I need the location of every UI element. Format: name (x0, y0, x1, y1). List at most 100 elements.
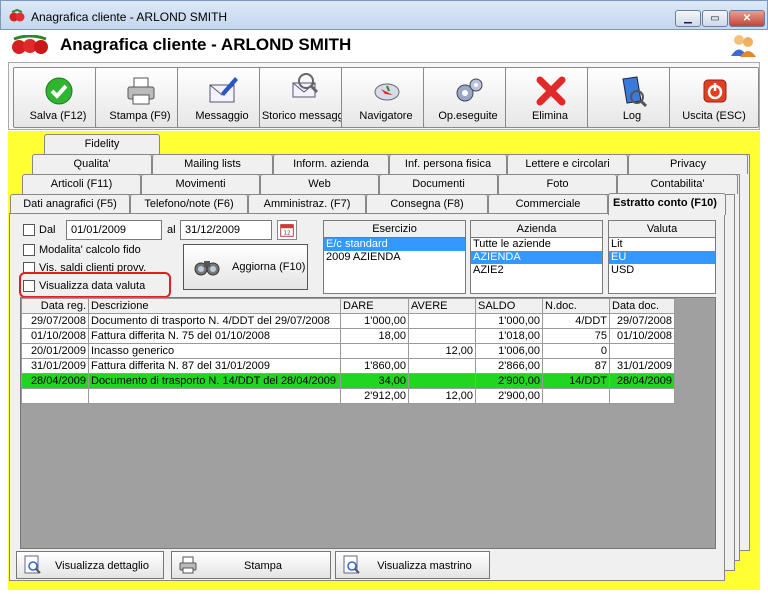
azienda-listbox[interactable]: Azienda Tutte le aziende AZIENDA AZIE2 (470, 220, 603, 294)
cell-saldo: 1'006,00 (475, 343, 543, 359)
estratto-conto-grid[interactable]: Data reg. Descrizione DARE AVERE SALDO N… (20, 297, 716, 549)
log-book-icon (622, 76, 648, 107)
col-header-avere[interactable]: AVERE (408, 298, 476, 314)
table-row[interactable]: 01/10/2008 Fattura differita N. 75 del 0… (21, 328, 675, 344)
tab-inform-azienda[interactable]: Inform. azienda (273, 154, 389, 174)
message-history-icon (292, 73, 319, 98)
valuta-header: Valuta (609, 221, 715, 238)
navigator-button[interactable]: Navigatore (341, 67, 431, 128)
al-label: al (167, 224, 176, 236)
tab-movimenti[interactable]: Movimenti (141, 174, 260, 194)
tab-articoli[interactable]: Articoli (F11) (22, 174, 141, 194)
visualizza-dettaglio-label: Visualizza dettaglio (55, 560, 149, 572)
esercizio-header: Esercizio (324, 221, 465, 238)
tab-mailing-lists[interactable]: Mailing lists (152, 154, 273, 174)
cell-avere (408, 328, 476, 344)
close-button[interactable]: ✕ (729, 10, 765, 27)
tab-privacy[interactable]: Privacy (628, 154, 748, 174)
esercizio-item[interactable]: 2009 AZIENDA (324, 251, 465, 264)
calcolo-fido-checkbox[interactable] (23, 244, 35, 256)
save-button-label: Salva (F12) (29, 110, 87, 122)
table-row[interactable]: 29/07/2008 Documento di trasporto N. 4/D… (21, 313, 675, 329)
cell-saldo: 2'866,00 (475, 358, 543, 374)
visualizza-dettaglio-button[interactable]: Visualizza dettaglio (16, 551, 164, 579)
print-button[interactable]: Stampa (F9) (95, 67, 185, 128)
col-header-dare[interactable]: DARE (340, 298, 409, 314)
valuta-item[interactable]: Lit (609, 238, 715, 251)
message-history-button[interactable]: Storico messaggi (259, 67, 349, 128)
dal-checkbox[interactable] (23, 224, 35, 236)
tab-qualita[interactable]: Qualita' (32, 154, 152, 174)
page-title: Anagrafica cliente - ARLOND SMITH (60, 35, 352, 54)
strawberry-app-icon (9, 9, 25, 22)
print-button-label: Stampa (F9) (109, 110, 171, 122)
col-header-descrizione[interactable]: Descrizione (88, 298, 341, 314)
delete-button[interactable]: Elimina (505, 67, 595, 128)
tab-consegna[interactable]: Consegna (F8) (366, 194, 488, 214)
message-history-button-label: Storico messaggi (261, 110, 347, 122)
tab-inf-persona-fisica[interactable]: Inf. persona fisica (389, 154, 507, 174)
cell-saldo: 1'000,00 (475, 313, 543, 329)
tab-estratto-conto[interactable]: Estratto conto (F10) (608, 193, 726, 215)
table-row-highlighted[interactable]: 28/04/2009 Documento di trasporto N. 14/… (21, 373, 675, 389)
cell-data-doc: 29/07/2008 (609, 313, 675, 329)
aggiorna-button[interactable]: Aggiorna (F10) (183, 244, 308, 290)
tab-documenti[interactable]: Documenti (379, 174, 498, 194)
table-row[interactable]: 31/01/2009 Fattura differita N. 87 del 3… (21, 358, 675, 374)
tab-web[interactable]: Web (260, 174, 379, 194)
message-button[interactable]: Messaggio (177, 67, 267, 128)
col-header-ndoc[interactable]: N.doc. (542, 298, 610, 314)
minimize-button[interactable]: ▁ (675, 10, 701, 27)
svg-text:12: 12 (284, 231, 291, 237)
cell-dare: 1'860,00 (340, 358, 409, 374)
highlight-annotation-frame (19, 272, 171, 298)
dal-label: Dal (39, 224, 56, 236)
check-icon (45, 77, 73, 105)
strawberries-logo-icon (12, 35, 48, 54)
valuta-item[interactable]: EU (609, 251, 715, 264)
calcolo-fido-label: Modalita' calcolo fido (39, 244, 141, 256)
maximize-button[interactable]: ▭ (702, 10, 728, 27)
cell-saldo: 2'900,00 (475, 373, 543, 389)
azienda-item[interactable]: Tutte le aziende (471, 238, 602, 251)
tab-lettere-circolari[interactable]: Lettere e circolari (507, 154, 628, 174)
azienda-item[interactable]: AZIE2 (471, 264, 602, 277)
col-header-data-doc[interactable]: Data doc. (609, 298, 675, 314)
cell-data-reg: 01/10/2008 (21, 328, 89, 344)
dal-date-field[interactable]: 01/01/2009 (66, 220, 162, 240)
cell-data-doc: 01/10/2008 (609, 328, 675, 344)
exit-icon (703, 79, 727, 103)
visualizza-mastrino-button[interactable]: Visualizza mastrino (335, 551, 490, 579)
tab-commerciale[interactable]: Commerciale (488, 194, 608, 214)
tab-dati-anagrafici[interactable]: Dati anagrafici (F5) (10, 194, 130, 214)
navigator-button-label: Navigatore (359, 110, 413, 122)
tab-amministraz[interactable]: Amministraz. (F7) (248, 194, 366, 214)
table-row[interactable]: 20/01/2009 Incasso generico 12,00 1'006,… (21, 343, 675, 359)
operations-button-label: Op.eseguite (438, 110, 498, 122)
cell-data-doc: 31/01/2009 (609, 358, 675, 374)
save-button[interactable]: Salva (F12) (13, 67, 103, 128)
valuta-item[interactable]: USD (609, 264, 715, 277)
valuta-listbox[interactable]: Valuta Lit EU USD (608, 220, 716, 294)
al-date-field[interactable]: 31/12/2009 (180, 220, 272, 240)
azienda-item[interactable]: AZIENDA (471, 251, 602, 264)
users-icon[interactable] (730, 33, 756, 57)
tab-telefono-note[interactable]: Telefono/note (F6) (130, 194, 248, 214)
col-header-saldo[interactable]: SALDO (475, 298, 543, 314)
operations-button[interactable]: Op.eseguite (423, 67, 513, 128)
exit-button[interactable]: Uscita (ESC) (669, 67, 759, 128)
total-cell (609, 388, 675, 404)
cell-data-reg: 31/01/2009 (21, 358, 89, 374)
calendar-button[interactable]: 12 (277, 220, 297, 240)
col-header-data-reg[interactable]: Data reg. (21, 298, 89, 314)
stampa-button[interactable]: Stampa (171, 551, 331, 579)
tab-fidelity[interactable]: Fidelity (44, 134, 160, 154)
esercizio-listbox[interactable]: Esercizio E/c standard 2009 AZIENDA (323, 220, 466, 294)
tab-foto[interactable]: Foto (498, 174, 617, 194)
log-button[interactable]: Log (587, 67, 677, 128)
tab-contabilita[interactable]: Contabilita' (617, 174, 738, 194)
cell-avere (408, 373, 476, 389)
cell-descrizione: Documento di trasporto N. 14/DDT del 28/… (88, 373, 341, 389)
cell-descrizione: Incasso generico (88, 343, 341, 359)
esercizio-item[interactable]: E/c standard (324, 238, 465, 251)
